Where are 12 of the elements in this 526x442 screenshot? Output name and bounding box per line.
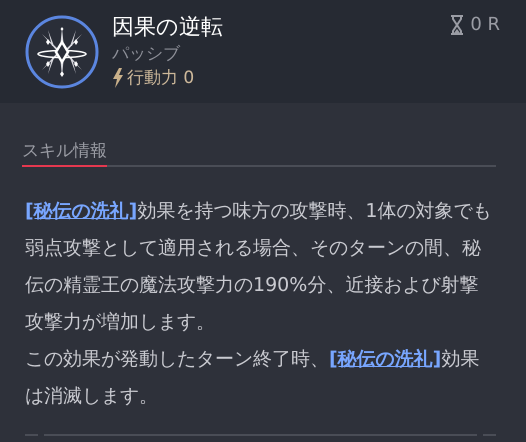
skill-type: パッシブ [112,43,182,66]
skill-description: この効果が発動したターン終了時、[秘伝の洗礼]効果は消滅します。 [24,347,480,409]
skill-description: [秘伝の洗礼]効果を持つ味方の攻撃時、1体の対象でも弱点攻撃として適用される場合、そのターンの間、秘伝の精霊王の魔法攻撃力の190%分、近接および射撃攻撃力が増加します。 [24,199,492,335]
skill-info-tab[interactable]: スキル情報 [22,139,107,167]
effect-link[interactable]: [秘伝の洗礼] [329,348,442,370]
hourglass-icon [450,14,464,34]
cooldown-value: 0 R [470,14,500,35]
lightning-icon [112,68,124,88]
action-cost: 行動力 0 [127,67,194,90]
sparkle-emblem-icon [24,14,100,90]
skill-title: 因果の逆転 [112,14,223,42]
effect-link[interactable]: [秘伝の洗礼] [25,200,138,222]
